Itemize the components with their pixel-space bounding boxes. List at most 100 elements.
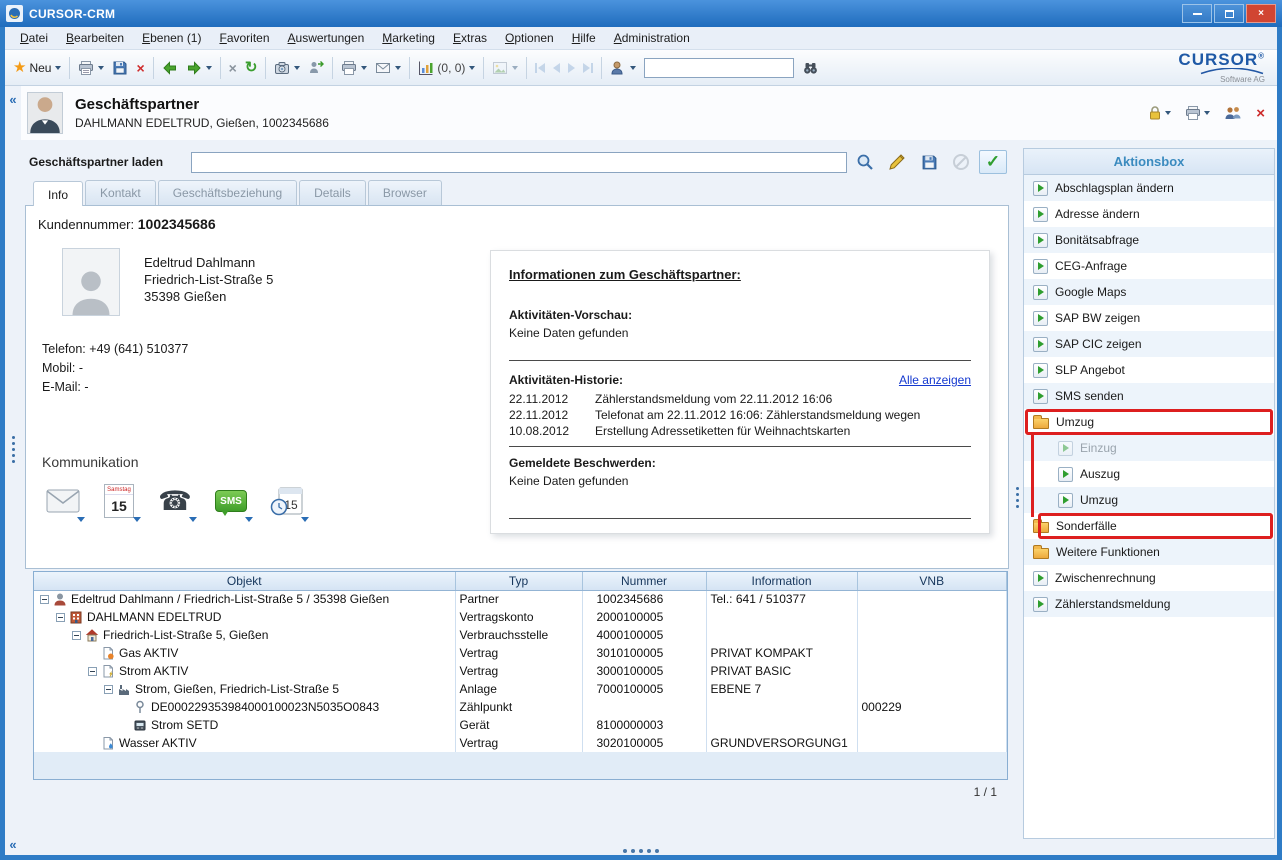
horizontal-splitter[interactable] <box>623 849 659 853</box>
menu-optionen[interactable]: Optionen <box>496 28 563 48</box>
action-einzug[interactable]: Einzug <box>1024 435 1274 461</box>
lookup-button[interactable] <box>851 150 879 174</box>
table-row[interactable]: Strom SETD Gerät 8100000003 <box>34 716 1007 734</box>
tab-geschaeftsbeziehung[interactable]: Geschäftsbeziehung <box>158 180 297 205</box>
action-bonitaetsabfrage[interactable]: Bonitätsabfrage <box>1024 227 1274 253</box>
action-umzug[interactable]: Umzug <box>1024 487 1274 513</box>
table-row[interactable]: Strom AKTIV Vertrag 3000100005 PRIVAT BA… <box>34 662 1007 680</box>
action-abschlagsplan[interactable]: Abschlagsplan ändern <box>1024 175 1274 201</box>
caret-down-icon[interactable] <box>301 517 309 522</box>
confirm-button[interactable]: ✓ <box>979 150 1007 174</box>
nav-first-button[interactable] <box>531 60 549 76</box>
lock-button[interactable] <box>1148 105 1171 121</box>
maximize-button[interactable] <box>1214 4 1244 23</box>
col-nummer[interactable]: Nummer <box>582 572 706 590</box>
discard-button[interactable] <box>947 150 975 174</box>
cancel-button[interactable]: × <box>225 58 241 78</box>
tab-info[interactable]: Info <box>33 181 83 206</box>
email-action-button[interactable] <box>40 480 86 522</box>
menu-ebenen[interactable]: Ebenen (1) <box>133 28 210 48</box>
save-record-button[interactable] <box>915 150 943 174</box>
collapse-left-icon[interactable]: « <box>9 94 16 106</box>
collapse-toggle[interactable] <box>88 667 97 676</box>
action-slp-angebot[interactable]: SLP Angebot <box>1024 357 1274 383</box>
mail-button[interactable] <box>371 57 405 79</box>
sms-action-button[interactable]: SMS <box>208 480 254 522</box>
folder-weitere-funktionen[interactable]: Weitere Funktionen <box>1024 539 1274 565</box>
table-row[interactable]: Wasser AKTIV Vertrag 3020100005 GRUNDVER… <box>34 734 1007 752</box>
partner-load-input[interactable] <box>191 152 847 173</box>
nav-last-button[interactable] <box>579 60 597 76</box>
alle-anzeigen-link[interactable]: Alle anzeigen <box>899 373 971 387</box>
delete-button[interactable]: × <box>132 58 148 78</box>
caret-down-icon[interactable] <box>77 517 85 522</box>
tab-details[interactable]: Details <box>299 180 366 205</box>
action-sap-bw[interactable]: SAP BW zeigen <box>1024 305 1274 331</box>
collapse-toggle[interactable] <box>56 613 65 622</box>
print-list-button[interactable] <box>337 57 371 79</box>
table-row[interactable]: Gas AKTIV Vertrag 3010100005 PRIVAT KOMP… <box>34 644 1007 662</box>
print-button[interactable] <box>74 57 108 79</box>
col-typ[interactable]: Typ <box>455 572 582 590</box>
menu-auswertungen[interactable]: Auswertungen <box>279 28 374 48</box>
coordinates-button[interactable]: (0, 0) <box>414 57 479 79</box>
refresh-button[interactable]: ↻ <box>241 58 262 78</box>
forward-button[interactable] <box>182 57 216 79</box>
action-ceg-anfrage[interactable]: CEG-Anfrage <box>1024 253 1274 279</box>
table-row[interactable]: DE000229353984000100023N5035O0843 Zählpu… <box>34 698 1007 716</box>
action-zaehlerstandsmeldung[interactable]: Zählerstandsmeldung <box>1024 591 1274 617</box>
menu-administration[interactable]: Administration <box>605 28 699 48</box>
vertical-splitter[interactable] <box>1011 140 1023 855</box>
menu-hilfe[interactable]: Hilfe <box>563 28 605 48</box>
caret-down-icon[interactable] <box>189 517 197 522</box>
col-objekt[interactable]: Objekt <box>34 572 455 590</box>
collapse-toggle[interactable] <box>40 595 49 604</box>
snapshot-button[interactable] <box>270 57 304 79</box>
folder-umzug[interactable]: Umzug <box>1024 409 1274 435</box>
caret-down-icon[interactable] <box>133 517 141 522</box>
table-row[interactable]: DAHLMANN EDELTRUD Vertragskonto 20001000… <box>34 608 1007 626</box>
process-button[interactable] <box>304 57 328 79</box>
collapse-left-bottom-icon[interactable]: « <box>9 839 16 851</box>
titlebar[interactable]: CURSOR-CRM × <box>0 0 1282 27</box>
folder-sonderfaelle[interactable]: Sonderfälle <box>1024 513 1274 539</box>
caret-down-icon[interactable] <box>245 517 253 522</box>
menu-extras[interactable]: Extras <box>444 28 496 48</box>
print-view-button[interactable] <box>1185 105 1210 121</box>
action-sms-senden[interactable]: SMS senden <box>1024 383 1274 409</box>
collapse-toggle[interactable] <box>104 685 113 694</box>
table-row[interactable]: Edeltrud Dahlmann / Friedrich-List-Straß… <box>34 590 1007 608</box>
reminder-action-button[interactable]: 15 <box>264 480 310 522</box>
tab-kontakt[interactable]: Kontakt <box>85 180 156 205</box>
phone-action-button[interactable]: ☎ <box>152 480 198 522</box>
search-button[interactable] <box>798 57 823 79</box>
back-button[interactable] <box>158 57 182 79</box>
image-button[interactable] <box>488 57 522 79</box>
table-row[interactable]: Strom, Gießen, Friedrich-List-Straße 5 A… <box>34 680 1007 698</box>
person-search-button[interactable] <box>606 57 640 79</box>
edit-button[interactable] <box>883 150 911 174</box>
collapse-toggle[interactable] <box>72 631 81 640</box>
close-record-button[interactable]: × <box>1256 105 1265 122</box>
action-adresse-aendern[interactable]: Adresse ändern <box>1024 201 1274 227</box>
new-button[interactable]: ★ Neu <box>9 58 65 78</box>
tab-browser[interactable]: Browser <box>368 180 442 205</box>
nav-prev-button[interactable] <box>549 60 564 76</box>
col-information[interactable]: Information <box>706 572 857 590</box>
action-zwischenrechnung[interactable]: Zwischenrechnung <box>1024 565 1274 591</box>
quick-search-input[interactable] <box>644 58 794 78</box>
contacts-button[interactable] <box>1224 105 1242 121</box>
menu-datei[interactable]: Datei <box>11 28 57 48</box>
menu-bearbeiten[interactable]: Bearbeiten <box>57 28 133 48</box>
action-sap-cic[interactable]: SAP CIC zeigen <box>1024 331 1274 357</box>
table-row[interactable]: Friedrich-List-Straße 5, Gießen Verbrauc… <box>34 626 1007 644</box>
menu-favoriten[interactable]: Favoriten <box>210 28 278 48</box>
save-button[interactable] <box>108 57 132 79</box>
nav-next-button[interactable] <box>564 60 579 76</box>
calendar-action-button[interactable]: Samstag 15 <box>96 480 142 522</box>
left-splitter-grip[interactable] <box>12 436 15 439</box>
minimize-button[interactable] <box>1182 4 1212 23</box>
action-google-maps[interactable]: Google Maps <box>1024 279 1274 305</box>
col-vnb[interactable]: VNB <box>857 572 1007 590</box>
close-window-button[interactable]: × <box>1246 4 1276 23</box>
